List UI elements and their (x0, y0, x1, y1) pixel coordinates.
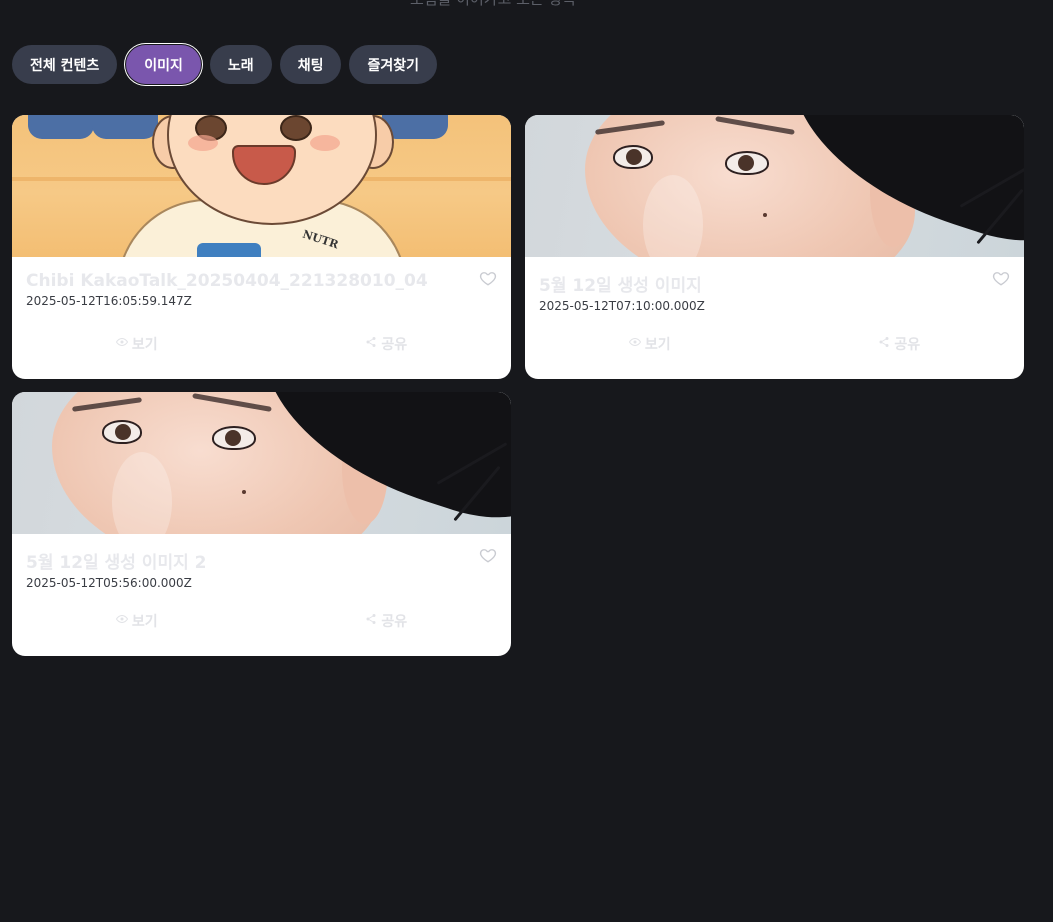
card-info: 5월 12일 생성 이미지 2025-05-12T07:10:00.000Z (525, 257, 1024, 313)
chibi-phone (197, 243, 261, 257)
heart-icon[interactable] (479, 546, 497, 564)
share-icon (365, 336, 377, 352)
portrait-mole (242, 490, 246, 494)
portrait-eye-left (102, 420, 142, 444)
share-icon (878, 336, 890, 352)
eye-icon (628, 336, 641, 352)
view-label: 보기 (131, 614, 158, 630)
eye-icon (115, 613, 128, 629)
tab-all-content[interactable]: 전체 컨텐츠 (12, 45, 118, 84)
chibi-eye-right (280, 115, 312, 141)
share-label: 공유 (381, 614, 408, 630)
tab-chat[interactable]: 채팅 (279, 45, 342, 84)
view-button[interactable]: 보기 (12, 334, 262, 354)
view-button[interactable]: 보기 (12, 611, 262, 631)
card-title: 5월 12일 생성 이미지 (539, 276, 702, 296)
page: 모험을 이어가고 모든 항목 전체 컨텐츠 이미지 노래 채팅 즐겨찾기 NUT… (0, 0, 1053, 922)
card-actions: 보기 공유 (12, 611, 511, 631)
portrait-eye-right (725, 151, 769, 175)
portrait-eye-right (212, 426, 256, 450)
eye-icon (115, 336, 128, 352)
share-icon (365, 613, 377, 629)
share-label: 공유 (894, 337, 921, 353)
card-title: Chibi KakaoTalk_20250404_221328010_04 (26, 271, 428, 291)
portrait-mole (763, 213, 767, 217)
card-thumbnail-portrait[interactable] (12, 392, 511, 534)
portrait-eye-left (613, 145, 653, 169)
view-label: 보기 (644, 337, 671, 353)
content-card[interactable]: NUTR Chibi KakaoTalk_20250404_221328010_… (12, 115, 511, 379)
card-info: 5월 12일 생성 이미지 2 2025-05-12T05:56:00.000Z (12, 534, 511, 590)
card-thumbnail-chibi[interactable]: NUTR (12, 115, 511, 257)
share-button[interactable]: 공유 (262, 334, 512, 354)
content-card[interactable]: 5월 12일 생성 이미지 2025-05-12T07:10:00.000Z 보… (525, 115, 1024, 379)
card-date: 2025-05-12T05:56:00.000Z (26, 576, 192, 590)
tab-favorites[interactable]: 즐겨찾기 (349, 45, 437, 84)
share-button[interactable]: 공유 (775, 334, 1025, 354)
heart-icon[interactable] (479, 269, 497, 287)
tab-songs[interactable]: 노래 (209, 45, 272, 84)
card-date: 2025-05-12T16:05:59.147Z (26, 294, 192, 308)
view-button[interactable]: 보기 (525, 334, 775, 354)
card-info: Chibi KakaoTalk_20250404_221328010_04 20… (12, 257, 511, 308)
background-pot (28, 115, 94, 139)
view-label: 보기 (131, 337, 158, 353)
card-actions: 보기 공유 (525, 334, 1024, 354)
share-label: 공유 (381, 337, 408, 353)
card-thumbnail-portrait[interactable] (525, 115, 1024, 257)
card-date: 2025-05-12T07:10:00.000Z (539, 299, 705, 313)
chibi-cheek-right (310, 135, 340, 151)
share-button[interactable]: 공유 (262, 611, 512, 631)
heart-icon[interactable] (992, 269, 1010, 287)
tab-images[interactable]: 이미지 (126, 45, 201, 84)
page-subtitle: 모험을 이어가고 모든 항목 (410, 0, 576, 9)
card-title: 5월 12일 생성 이미지 2 (26, 553, 207, 573)
category-tabs: 전체 컨텐츠 이미지 노래 채팅 즐겨찾기 (12, 45, 437, 84)
content-card[interactable]: 5월 12일 생성 이미지 2 2025-05-12T05:56:00.000Z… (12, 392, 511, 656)
background-pot (92, 115, 158, 139)
chibi-cheek-left (188, 135, 218, 151)
card-actions: 보기 공유 (12, 334, 511, 354)
